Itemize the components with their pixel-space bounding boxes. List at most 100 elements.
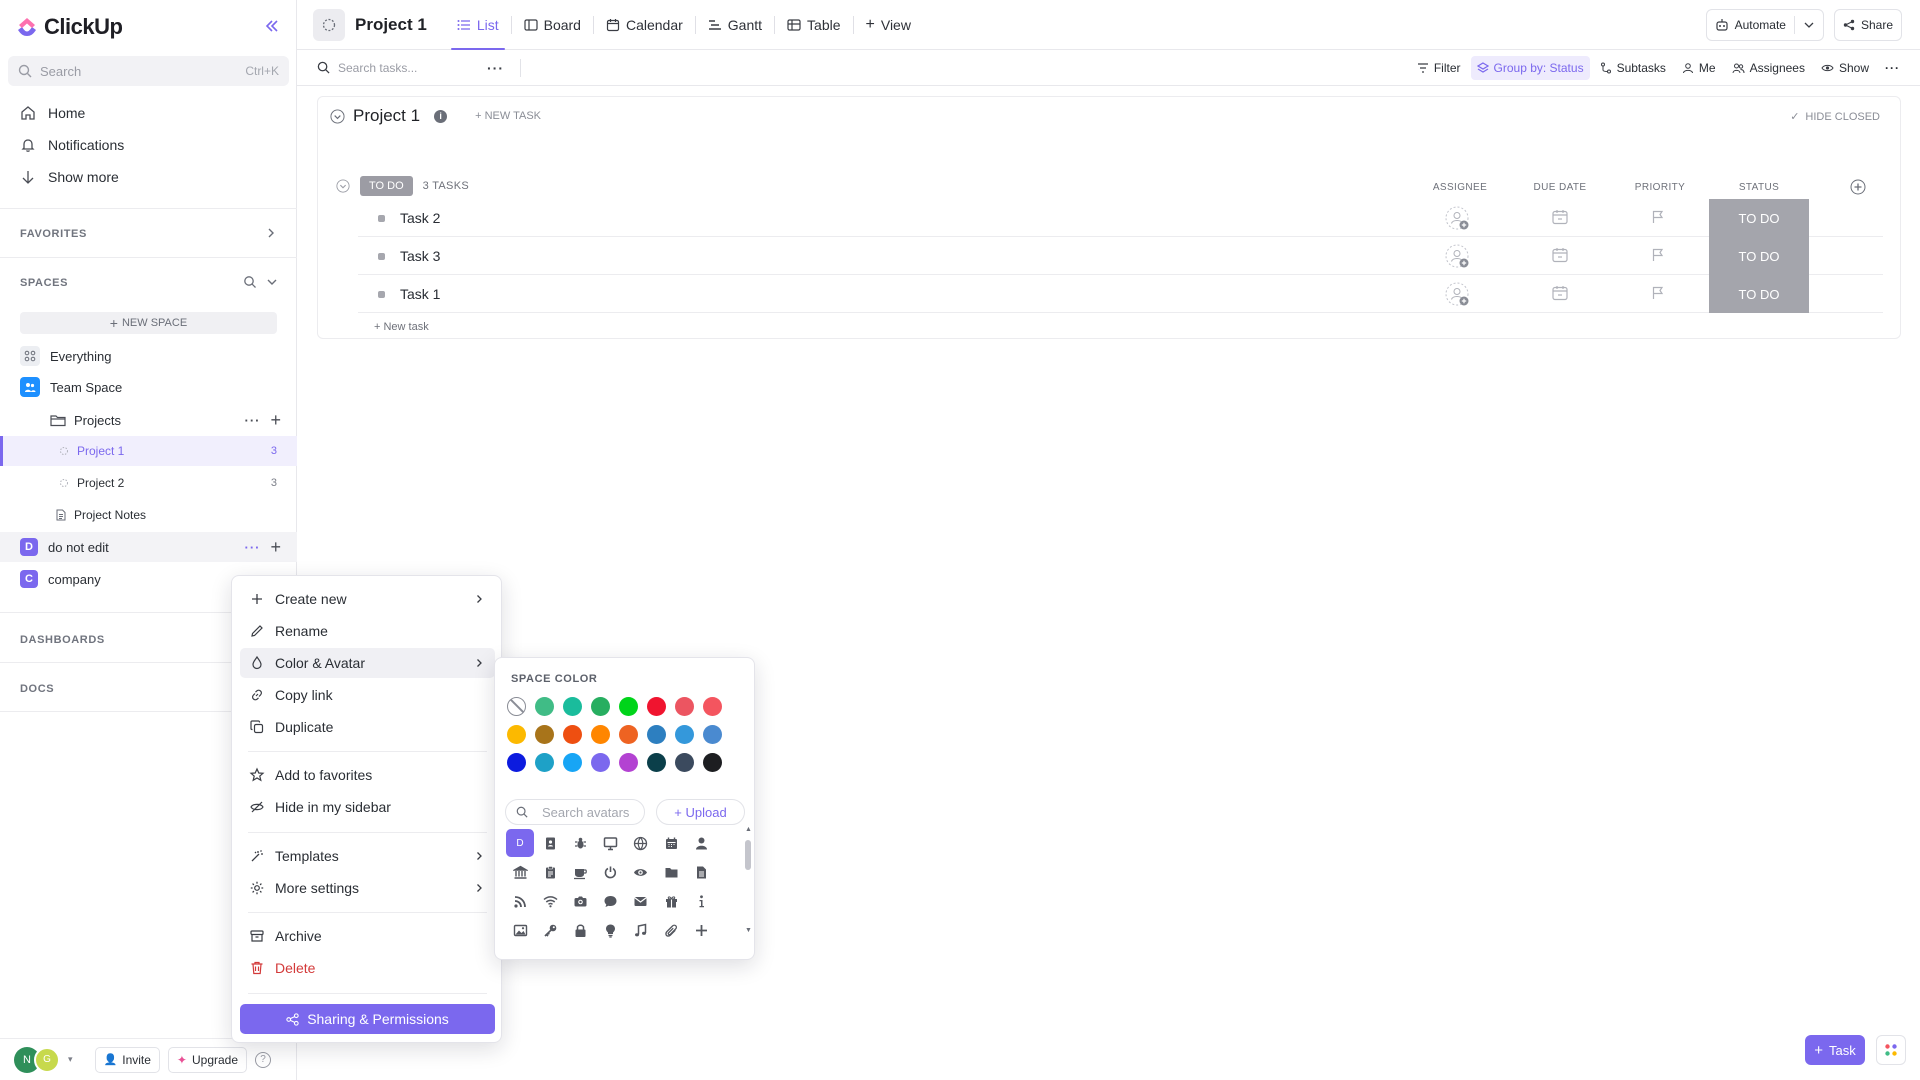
color-swatch[interactable] xyxy=(647,697,666,716)
flag-icon[interactable] xyxy=(1650,285,1666,301)
menu-item-color-avatar[interactable]: Color & Avatar xyxy=(240,648,495,678)
color-swatch[interactable] xyxy=(535,753,554,772)
contact-book-icon[interactable] xyxy=(540,833,560,853)
camera-icon[interactable] xyxy=(570,891,590,911)
color-swatch[interactable] xyxy=(647,725,666,744)
plus-icon[interactable] xyxy=(691,920,711,940)
sidebar-item-project-1[interactable]: Project 1 3 xyxy=(0,436,297,466)
menu-item-delete[interactable]: Delete xyxy=(240,953,495,983)
calendar-icon[interactable] xyxy=(1551,208,1569,226)
menu-item-rename[interactable]: Rename xyxy=(240,616,495,646)
color-swatch[interactable] xyxy=(591,697,610,716)
mail-icon[interactable] xyxy=(631,891,651,911)
lock-icon[interactable] xyxy=(570,920,590,940)
group-by-button[interactable]: Group by: Status xyxy=(1470,56,1590,80)
spaces-search-icon[interactable] xyxy=(243,275,257,289)
clickup-logo[interactable]: ClickUp xyxy=(16,14,123,40)
image-icon[interactable] xyxy=(510,920,530,940)
add-column-icon[interactable] xyxy=(1850,179,1866,195)
globe-icon[interactable] xyxy=(631,833,651,853)
status-badge[interactable]: TO DO xyxy=(1709,199,1809,237)
workspace-avatar[interactable]: G xyxy=(34,1046,60,1073)
status-badge[interactable]: TO DO xyxy=(1709,237,1809,275)
color-swatch[interactable] xyxy=(535,697,554,716)
tab-table[interactable]: Table xyxy=(775,0,852,50)
sidebar-item-everything[interactable]: Everything xyxy=(0,341,297,371)
info-icon[interactable] xyxy=(691,891,711,911)
status-badge[interactable]: TO DO xyxy=(1709,275,1809,313)
lightbulb-icon[interactable] xyxy=(601,920,621,940)
nav-show-more[interactable]: Show more xyxy=(8,162,289,192)
add-icon[interactable]: + xyxy=(270,538,281,556)
sidebar-item-projects-folder[interactable]: Projects ··· + xyxy=(0,405,297,435)
calendar-icon[interactable] xyxy=(1551,284,1569,302)
upgrade-button[interactable]: ✦ Upgrade xyxy=(167,1046,248,1073)
calendar-icon[interactable] xyxy=(661,833,681,853)
hide-closed-button[interactable]: ✓ HIDE CLOSED xyxy=(1790,110,1880,124)
flag-icon[interactable] xyxy=(1650,209,1666,225)
sidebar-search[interactable]: Search Ctrl+K xyxy=(8,56,289,86)
column-header-priority[interactable]: PRIORITY xyxy=(1625,182,1695,193)
collapse-group-icon[interactable] xyxy=(336,179,350,193)
add-task-button[interactable]: + New task xyxy=(374,321,429,333)
menu-item-archive[interactable]: Archive xyxy=(240,921,495,951)
upload-avatar-button[interactable]: + Upload xyxy=(656,799,745,825)
table-row[interactable]: Task 2 TO DO xyxy=(358,199,1883,237)
bug-icon[interactable] xyxy=(570,833,590,853)
clipboard-icon[interactable] xyxy=(540,862,560,882)
gift-icon[interactable] xyxy=(661,891,681,911)
music-icon[interactable] xyxy=(631,920,651,940)
help-icon[interactable]: ? xyxy=(255,1051,272,1068)
task-status-dot[interactable] xyxy=(378,291,385,298)
color-swatch[interactable] xyxy=(563,725,582,744)
new-space-button[interactable]: + NEW SPACE xyxy=(20,312,277,334)
color-swatch[interactable] xyxy=(563,753,582,772)
menu-item-add-to-favorites[interactable]: Add to favorites xyxy=(240,760,495,790)
color-swatch[interactable] xyxy=(535,725,554,744)
no-color-swatch[interactable] xyxy=(507,697,526,716)
bank-icon[interactable] xyxy=(510,862,530,882)
me-button[interactable]: Me xyxy=(1676,56,1722,80)
color-swatch[interactable] xyxy=(675,725,694,744)
sidebar-item-do-not-edit[interactable]: D do not edit ··· + xyxy=(0,532,297,562)
table-row[interactable]: Task 1 TO DO xyxy=(358,275,1883,313)
wifi-icon[interactable] xyxy=(540,891,560,911)
coffee-icon[interactable] xyxy=(570,862,590,882)
more-options-icon[interactable]: ··· xyxy=(1879,56,1906,80)
task-status-dot[interactable] xyxy=(378,215,385,222)
share-button[interactable]: Share xyxy=(1833,9,1902,41)
color-swatch[interactable] xyxy=(703,697,722,716)
apps-icon[interactable] xyxy=(1876,1035,1906,1065)
nav-home[interactable]: Home xyxy=(8,98,289,128)
monitor-icon[interactable] xyxy=(601,833,621,853)
tab-board[interactable]: Board xyxy=(512,0,593,50)
tab-gantt[interactable]: Gantt xyxy=(696,0,774,50)
filter-button[interactable]: Filter xyxy=(1411,56,1467,80)
more-icon[interactable]: ··· xyxy=(244,413,260,428)
sharing-permissions-button[interactable]: Sharing & Permissions xyxy=(240,1004,495,1034)
collapse-list-icon[interactable] xyxy=(330,108,345,124)
column-header-due-date[interactable]: DUE DATE xyxy=(1525,182,1595,193)
add-assignee-icon[interactable] xyxy=(1445,282,1471,308)
status-group-pill[interactable]: TO DO xyxy=(360,176,413,196)
eye-icon[interactable] xyxy=(631,862,651,882)
scrollbar-thumb[interactable] xyxy=(745,840,751,870)
color-swatch[interactable] xyxy=(703,725,722,744)
calendar-icon[interactable] xyxy=(1551,246,1569,264)
color-swatch[interactable] xyxy=(507,753,526,772)
sidebar-item-team-space[interactable]: Team Space xyxy=(0,372,297,402)
new-task-button[interactable]: + Task xyxy=(1805,1035,1865,1065)
menu-item-more-settings[interactable]: More settings xyxy=(240,873,495,903)
column-header-status[interactable]: STATUS xyxy=(1724,182,1794,193)
power-icon[interactable] xyxy=(601,862,621,882)
menu-item-duplicate[interactable]: Duplicate xyxy=(240,712,495,742)
color-swatch[interactable] xyxy=(647,753,666,772)
color-swatch[interactable] xyxy=(703,753,722,772)
color-swatch[interactable] xyxy=(619,697,638,716)
add-view-button[interactable]: + View xyxy=(854,0,923,50)
invite-button[interactable]: 👤 Invite xyxy=(94,1046,160,1073)
task-name[interactable]: Task 1 xyxy=(400,286,440,302)
avatar-search-input[interactable]: Search avatars xyxy=(505,799,645,825)
menu-item-create-new[interactable]: Create new xyxy=(240,584,495,614)
column-header-assignee[interactable]: ASSIGNEE xyxy=(1425,182,1495,193)
